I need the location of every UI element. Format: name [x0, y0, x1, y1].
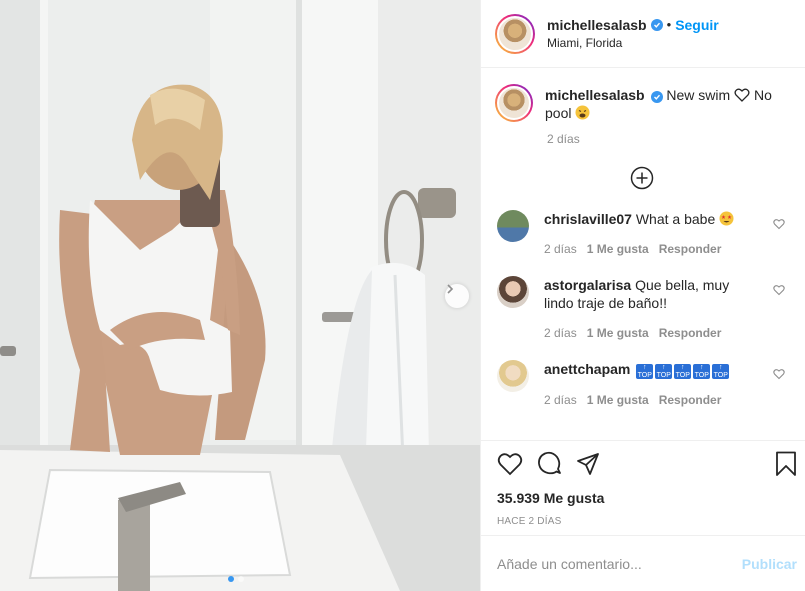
comment-likes[interactable]: 1 Me gusta — [587, 391, 649, 409]
caption-time[interactable]: 2 días — [547, 132, 789, 146]
comment-likes[interactable]: 1 Me gusta — [587, 240, 649, 258]
top-arrow-emoji-icon: ↑ TOP — [693, 364, 711, 379]
load-more-comments-button[interactable] — [495, 166, 789, 190]
weary-face-emoji-icon — [575, 105, 590, 120]
star-struck-emoji-icon — [719, 211, 734, 226]
comment-avatar[interactable] — [497, 210, 529, 242]
top-arrow-emoji-icon: ↑ TOP — [712, 364, 730, 379]
carousel-next-button[interactable] — [445, 284, 469, 308]
caption-avatar[interactable] — [495, 84, 533, 122]
comment-avatar[interactable] — [497, 276, 529, 308]
photo-illustration — [0, 0, 480, 591]
post-timestamp[interactable]: HACE 2 DÍAS — [497, 516, 793, 527]
comment-reply-button[interactable]: Responder — [659, 324, 722, 342]
comments-section: michellesalasb New swim No pool 2 días c… — [481, 68, 805, 440]
comment-time[interactable]: 2 días — [544, 391, 577, 409]
comment-time[interactable]: 2 días — [544, 240, 577, 258]
post-caption: michellesalasb New swim No pool — [495, 84, 789, 122]
post-side-panel: michellesalasb • Seguir Miami, Florida m… — [480, 0, 805, 591]
chevron-right-icon — [447, 284, 454, 294]
top-arrow-emoji-icon: ↑ TOP — [674, 364, 692, 379]
verified-icon — [650, 18, 663, 31]
author-username-link[interactable]: michellesalasb — [547, 17, 647, 33]
comment-item: astorgalarisa Que bella, muy lindo traje… — [495, 276, 789, 342]
caption-username-link[interactable]: michellesalasb — [545, 87, 645, 103]
caption-text: New swim — [666, 87, 731, 103]
verified-icon — [650, 91, 663, 103]
comment-time[interactable]: 2 días — [544, 324, 577, 342]
carousel-dot[interactable] — [228, 576, 234, 582]
publish-button[interactable]: Publicar — [742, 556, 797, 572]
comment-reply-button[interactable]: Responder — [659, 240, 722, 258]
top-arrow-emoji-icon: ↑ TOP — [636, 364, 654, 379]
comment-likes[interactable]: 1 Me gusta — [587, 324, 649, 342]
carousel-dot[interactable] — [238, 576, 244, 582]
post-photo[interactable] — [0, 0, 480, 591]
comment-reply-button[interactable]: Responder — [659, 391, 722, 409]
author-avatar[interactable] — [495, 13, 535, 54]
comment-like-heart-icon[interactable] — [773, 218, 785, 230]
comment-username[interactable]: anettchapam — [544, 361, 630, 377]
comment-icon[interactable] — [537, 451, 562, 476]
share-icon[interactable] — [576, 452, 600, 476]
top-arrow-emoji-icon: ↑ TOP — [655, 364, 673, 379]
likes-count[interactable]: 35.939 Me gusta — [497, 490, 793, 506]
comment-item: chrislaville07 What a babe 2 días 1 Me g… — [495, 210, 789, 258]
heart-emoji-icon — [734, 88, 750, 102]
add-comment-bar: Publicar — [481, 535, 805, 591]
carousel-dots — [228, 576, 244, 582]
comment-text: What a babe — [635, 211, 716, 227]
post-actions: 35.939 Me gusta HACE 2 DÍAS — [481, 440, 805, 535]
follow-button[interactable]: Seguir — [675, 17, 719, 33]
separator-dot: • — [666, 16, 672, 32]
comment-like-heart-icon[interactable] — [773, 284, 785, 296]
comment-username[interactable]: astorgalarisa — [544, 277, 631, 293]
load-more-icon — [630, 166, 654, 190]
comment-username[interactable]: chrislaville07 — [544, 211, 632, 227]
top-emoji-row: ↑ TOP↑ TOP↑ TOP↑ TOP↑ TOP — [634, 361, 730, 379]
comment-like-heart-icon[interactable] — [773, 368, 785, 380]
location-link[interactable]: Miami, Florida — [547, 35, 719, 51]
post-header: michellesalasb • Seguir Miami, Florida — [481, 0, 805, 68]
comment-item: anettchapam ↑ TOP↑ TOP↑ TOP↑ TOP↑ TOP 2 días … — [495, 360, 789, 409]
comment-avatar[interactable] — [497, 360, 529, 392]
instagram-post: michellesalasb • Seguir Miami, Florida m… — [0, 0, 805, 591]
comment-input[interactable] — [497, 555, 742, 572]
bookmark-icon[interactable] — [775, 451, 797, 477]
heart-icon[interactable] — [497, 452, 523, 476]
